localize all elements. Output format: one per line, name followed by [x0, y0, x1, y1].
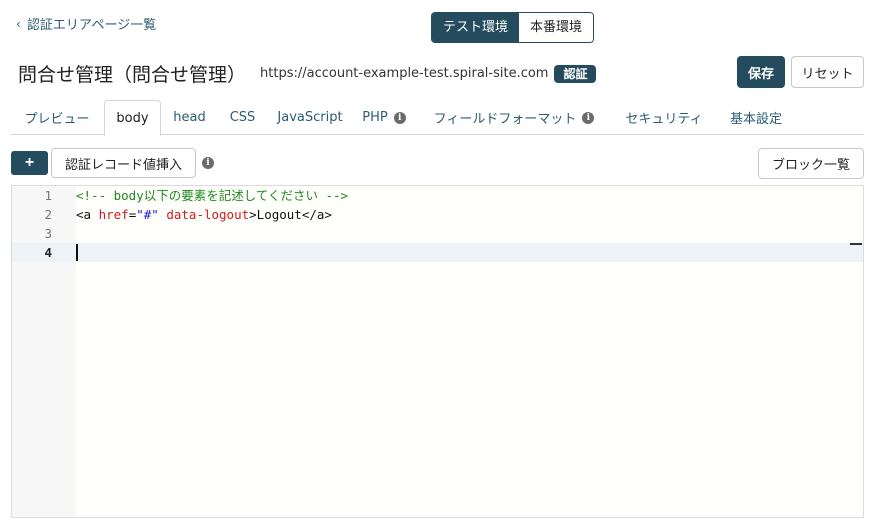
- code-text: <a href="#" data-logout>Logout</a>: [76, 205, 332, 224]
- code-tag-close: >Logout</a>: [249, 207, 332, 222]
- code-string: "#": [136, 207, 159, 222]
- page-title: 問合せ管理（問合せ管理）: [18, 64, 247, 86]
- code-line-current[interactable]: 4: [12, 243, 863, 262]
- environment-toggle: テスト環境 本番環境: [431, 12, 595, 43]
- tab-label: body: [116, 110, 149, 126]
- code-line[interactable]: 2 <a href="#" data-logout>Logout</a>: [12, 205, 863, 224]
- tab-field-format[interactable]: フィールドフォーマット i: [428, 100, 600, 135]
- code-tag-open: <a: [76, 207, 92, 222]
- code-line[interactable]: 1 <!-- body以下の要素を記述してください -->: [12, 186, 863, 205]
- tab-preview[interactable]: プレビュー: [11, 100, 103, 135]
- code-editor[interactable]: 1 <!-- body以下の要素を記述してください --> 2 <a href=…: [11, 185, 864, 518]
- tab-label: JavaScript: [277, 110, 343, 125]
- info-icon[interactable]: i: [393, 111, 406, 124]
- code-comment: <!-- body以下の要素を記述してください -->: [76, 188, 349, 203]
- insert-auth-record-button[interactable]: 認証レコード値挿入: [51, 148, 196, 178]
- back-to-auth-pages-link[interactable]: ‹ 認証エリアページ一覧: [16, 14, 157, 34]
- code-line[interactable]: 3: [12, 224, 863, 243]
- tab-head[interactable]: head: [163, 100, 216, 135]
- reset-button[interactable]: リセット: [791, 56, 864, 88]
- auth-badge: 認証: [554, 64, 597, 83]
- test-env-button[interactable]: テスト環境: [432, 13, 520, 42]
- info-icon[interactable]: i: [582, 111, 595, 124]
- tab-security[interactable]: セキュリティ: [618, 100, 710, 135]
- tab-label: フィールドフォーマット: [433, 112, 577, 127]
- tab-php[interactable]: PHP i: [355, 100, 413, 135]
- tab-basic-settings[interactable]: 基本設定: [723, 100, 789, 135]
- line-number: 2: [44, 207, 52, 222]
- scroll-marker: [850, 243, 862, 245]
- text-cursor: [76, 244, 78, 261]
- block-list-button[interactable]: ブロック一覧: [758, 148, 864, 179]
- tab-css[interactable]: CSS: [219, 100, 266, 135]
- line-number: 4: [44, 245, 52, 260]
- tab-label: CSS: [229, 110, 256, 125]
- editor-tabs: プレビュー body head CSS JavaScript PHP i フィー…: [11, 100, 864, 136]
- back-link-label: 認証エリアページ一覧: [26, 18, 157, 33]
- tab-label: head: [173, 110, 206, 125]
- page-header: 問合せ管理（問合せ管理） https://account-example-tes…: [18, 60, 597, 87]
- tab-javascript[interactable]: JavaScript: [269, 100, 351, 135]
- chevron-left-icon: ‹: [16, 16, 21, 31]
- code-attr: data-logout: [166, 207, 250, 222]
- save-button[interactable]: 保存: [737, 56, 785, 88]
- line-number: 1: [44, 188, 52, 203]
- site-url: https://account-example-test.spiral-site…: [260, 66, 549, 81]
- tab-label: PHP: [362, 110, 388, 125]
- tab-body[interactable]: body: [104, 100, 161, 136]
- code-attr: href: [98, 207, 129, 222]
- tab-label: プレビュー: [24, 112, 90, 127]
- add-block-button[interactable]: +: [11, 151, 48, 175]
- info-icon[interactable]: i: [202, 157, 214, 169]
- tab-label: 基本設定: [729, 112, 782, 127]
- tab-label: セキュリティ: [625, 112, 703, 127]
- prod-env-button[interactable]: 本番環境: [519, 13, 594, 42]
- line-number: 3: [44, 226, 52, 241]
